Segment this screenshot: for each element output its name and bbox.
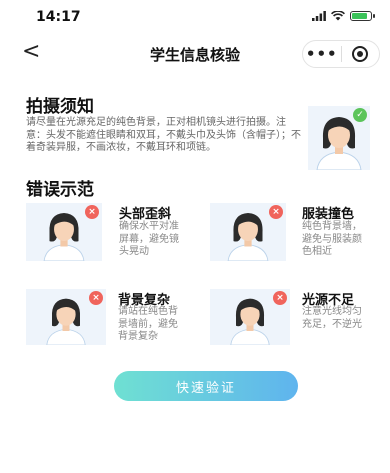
example-desc: 注意光线均匀充足，不逆光 <box>302 306 362 330</box>
example-title: 头部歪斜 <box>119 207 172 222</box>
error-example-photo: × <box>26 203 102 261</box>
example-desc: 确保水平对准屏幕，避免镜头晃动 <box>119 221 179 257</box>
errors-title: 错误示范 <box>26 180 94 200</box>
notice-text: 请尽量在光源充足的纯色背景，正对相机镜头进行拍摄。注意：头发不能遮住眼睛和双耳，… <box>26 117 301 153</box>
status-time: 14:17 <box>36 9 81 25</box>
close-icon[interactable] <box>341 46 379 62</box>
error-example-photo: × <box>210 203 286 261</box>
wifi-icon <box>331 11 345 21</box>
mini-program-capsule: ••• <box>302 40 380 68</box>
more-icon[interactable]: ••• <box>303 45 341 63</box>
check-icon: ✓ <box>353 108 367 122</box>
error-icon: × <box>89 291 103 305</box>
error-icon: × <box>273 291 287 305</box>
example-desc: 纯色背景墙，避免与服装颜色相近 <box>302 221 362 257</box>
nav-bar: < 学生信息核验 ••• <box>0 36 390 72</box>
error-example-photo: × <box>210 289 290 345</box>
example-desc: 请站在纯色背景墙前，避免背景复杂 <box>118 306 178 342</box>
verify-button[interactable]: 快速验证 <box>114 371 298 401</box>
status-icons <box>312 11 375 21</box>
error-icon: × <box>85 205 99 219</box>
notice-title: 拍摄须知 <box>26 97 94 117</box>
error-example-photo: × <box>26 289 106 345</box>
error-icon: × <box>269 205 283 219</box>
signal-icon <box>312 11 326 21</box>
status-bar: 14:17 <box>0 0 390 36</box>
battery-icon <box>350 11 375 21</box>
example-title: 服装撞色 <box>302 207 355 222</box>
sample-photo-correct: ✓ <box>308 106 370 170</box>
